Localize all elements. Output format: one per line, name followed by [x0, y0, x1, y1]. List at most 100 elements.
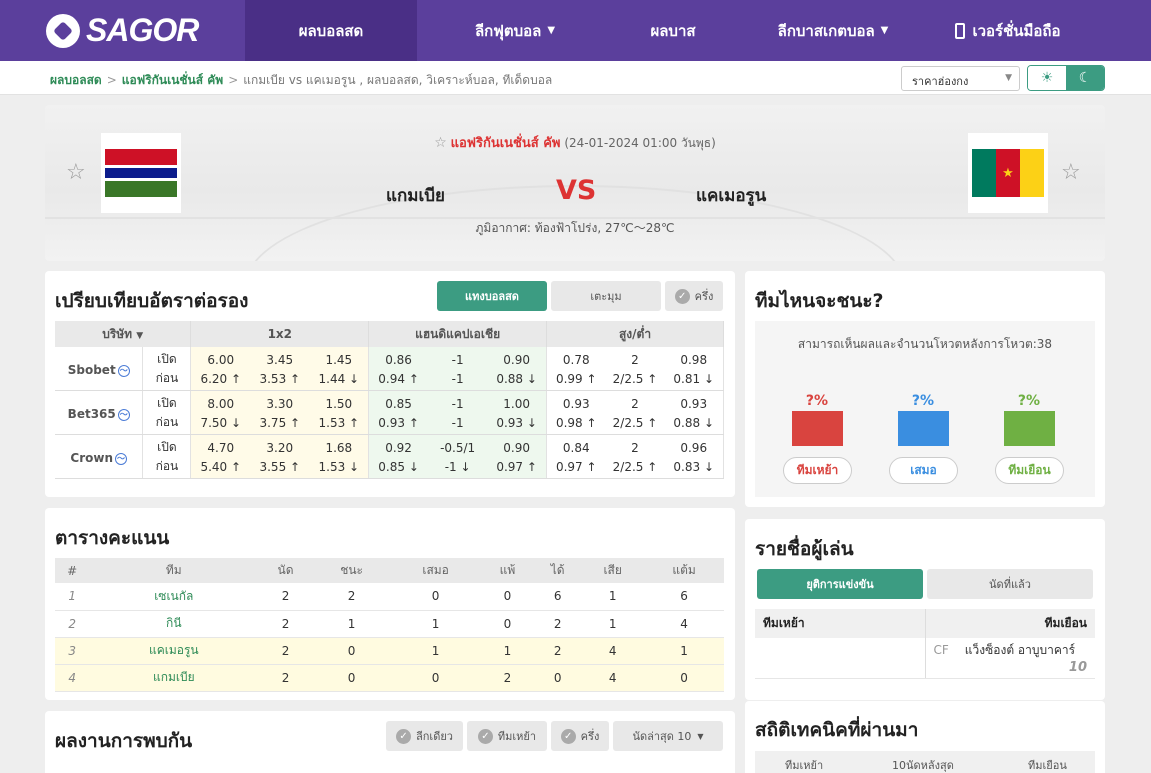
odds-row: ก่อน 6.20 ↑ 3.53 ↑ 1.44 ↓ 0.94 ↑ -1 0.88 ↓ 0.99…: [55, 369, 725, 391]
trend-chart-icon[interactable]: 〜: [117, 364, 130, 377]
nav-football-leagues[interactable]: ลีกฟุตบอล ▼: [417, 0, 613, 61]
vote-home-button[interactable]: ทีมเหย้า: [783, 457, 852, 484]
filter-home-team[interactable]: ✓ ทีมเหย้า: [467, 721, 547, 751]
tab-live-odds[interactable]: แทงบอลสด: [437, 281, 547, 311]
nav-label: ลีกบาสเกตบอล: [777, 21, 875, 40]
home-team-name[interactable]: แกมเบีย: [386, 182, 445, 209]
player-name: แว็งซ็องต์ อาบูบาคาร์: [964, 642, 1076, 657]
nav-label: ผลบอลสด: [298, 21, 364, 40]
standings-team-link[interactable]: เซเนกัล: [89, 583, 259, 611]
filter-same-league[interactable]: ✓ ลีกเดียว: [386, 721, 463, 751]
odds-value: 0.98 ↑: [546, 413, 606, 435]
match-league[interactable]: แอฟริกันเนชั่นส์ คัพ: [451, 136, 561, 151]
bookmaker-name[interactable]: Bet365 〜: [55, 390, 144, 435]
favorite-away-star-icon[interactable]: ☆: [1061, 160, 1081, 185]
odds-value: 0.98: [664, 347, 725, 369]
nav-live-scores[interactable]: ผลบอลสด: [245, 0, 417, 61]
odds-value: 0.84: [562, 440, 590, 455]
player-row: CF แว็งซ็องต์ อาบูบาคาร์ 10: [755, 638, 1095, 679]
trend-chart-icon[interactable]: 〜: [115, 452, 128, 465]
standings-team-link[interactable]: แคเมอรูน: [89, 637, 259, 665]
away-players-header: ทีมเยือน: [925, 609, 1095, 638]
standings-header: #: [55, 558, 90, 583]
vote-note: สามารถเห็นผลและจำนวนโหวตหลังการโหวต:38: [797, 337, 1053, 351]
standings-cell: 0: [312, 637, 391, 665]
tab-label: ครึ่ง: [694, 290, 714, 303]
sun-icon[interactable]: ☀: [1028, 66, 1066, 90]
breadcrumb: ผลบอลสด > แอฟริกันเนชั่นส์ คัพ > แกมเบีย vs …: [50, 71, 552, 90]
odds-value: 8.00: [190, 390, 251, 413]
odds-value: 0.90: [487, 347, 548, 369]
odds-row: ก่อน 7.50 ↓ 3.75 ↑ 1.53 ↑ 0.93 ↑ -1 0.93 ↓ 0.98…: [55, 413, 725, 435]
odds-value: 3.53 ↑: [250, 369, 310, 391]
check-icon: ✓: [674, 288, 690, 304]
odds-value: 0.92: [368, 434, 428, 457]
favorite-home-star-icon[interactable]: ☆: [66, 160, 86, 185]
odds-header-company[interactable]: บริษัท ▼: [55, 321, 192, 347]
favorite-league-star-icon[interactable]: ☆: [434, 135, 447, 151]
odds-value: 1.45: [309, 347, 370, 369]
standings-cell: 2: [480, 664, 535, 692]
standings-team-link[interactable]: แกมเบีย: [89, 664, 259, 692]
odds-format-select[interactable]: ราคาฮ่องกง ▼: [901, 66, 1020, 91]
standings-cell: 0: [312, 664, 391, 692]
odds-value: 1.00: [487, 390, 548, 413]
odds-value: 0.94 ↑: [368, 369, 428, 391]
standings-cell: 0: [390, 583, 481, 611]
standings-cell: 2: [258, 583, 313, 611]
bookmaker-name[interactable]: Crown 〜: [55, 434, 144, 479]
bookmaker-name[interactable]: Sbobet 〜: [55, 347, 144, 391]
odds-value: -1: [427, 413, 488, 435]
recent-matches-select[interactable]: นัดล่าสุด 10 ▼: [613, 721, 723, 751]
odds-value: 7.50 ↓: [190, 413, 251, 435]
tech-stats-title: สถิติเทคนิคที่ผ่านมา: [755, 719, 919, 741]
odds-phase-label: ก่อน: [142, 457, 192, 479]
players-title: รายชื่อผู้เล่น: [755, 538, 854, 560]
tab-label: แทงบอลสด: [465, 290, 519, 303]
odds-value: 0.97 ↑: [546, 457, 606, 479]
weather-info: ภูมิอากาศ: ท้องฟ้าโปร่ง, 27℃～28℃: [475, 221, 675, 235]
odds-value: 0.85 ↓: [368, 457, 428, 479]
match-header: ☆ ☆ แอฟริกันเนชั่นส์ คัพ (24-01-2024 01:…: [45, 105, 1105, 261]
standings-header: แพ้: [480, 558, 535, 583]
standings-cell: 0: [390, 664, 481, 692]
tech-header-away: ทีมเยือน: [1028, 759, 1067, 772]
tab-half[interactable]: ✓ ครึ่ง: [665, 281, 723, 311]
standings-header: นัด: [258, 558, 313, 583]
filter-label: ลีกเดียว: [416, 730, 453, 743]
caret-down-icon: ▼: [880, 25, 889, 36]
moon-icon[interactable]: ☾: [1066, 66, 1104, 90]
check-icon: ✓: [560, 728, 576, 744]
standings-team-link[interactable]: กินี: [89, 610, 259, 638]
tab-match-ended[interactable]: ยุติการแข่งขัน: [757, 569, 923, 599]
odds-value: 1.68: [309, 434, 370, 457]
prediction-title: ทีมไหนจะชนะ?: [755, 290, 884, 312]
standings-cell: 1: [480, 637, 535, 665]
odds-row: Sbobet 〜เปิด 6.00 3.45 1.45 0.86 -1 0.90 0.78 2 0.…: [55, 347, 725, 391]
away-win-percent: ?%: [1017, 393, 1041, 409]
away-team-name[interactable]: แคเมอรูน: [696, 182, 766, 209]
tab-corners[interactable]: เตะมุม: [551, 281, 661, 311]
tab-previous-match[interactable]: นัดที่แล้ว: [927, 569, 1093, 599]
nav-basketball-leagues[interactable]: ลีกบาสเกตบอล ▼: [733, 0, 933, 61]
odds-row: Bet365 〜เปิด 8.00 3.30 1.50 0.85 -1 1.00 0.93 2 0.…: [55, 390, 725, 435]
bookmaker-label: Sbobet: [67, 363, 116, 377]
vote-away-button[interactable]: ทีมเยือน: [995, 457, 1064, 484]
standings-cell: 2: [258, 664, 313, 692]
breadcrumb-home[interactable]: ผลบอลสด: [50, 73, 102, 87]
trend-chart-icon[interactable]: 〜: [117, 408, 130, 421]
standings-cell: 6: [644, 583, 724, 611]
theme-toggle[interactable]: ☀ ☾: [1027, 65, 1105, 91]
nav-basketball-results[interactable]: ผลบาส: [613, 0, 733, 61]
vote-draw-button[interactable]: เสมอ: [889, 457, 958, 484]
odds-value: 0.86: [368, 347, 428, 369]
filter-half[interactable]: ✓ ครึ่ง: [551, 721, 609, 751]
breadcrumb-league[interactable]: แอฟริกันเนชั่นส์ คัพ: [122, 73, 223, 87]
nav-mobile-version[interactable]: เวอร์ชั่นมือถือ: [933, 0, 1083, 61]
home-players-header: ทีมเหย้า: [755, 609, 926, 638]
player-position: CF: [933, 642, 949, 657]
odds-value: 2/2.5 ↑: [605, 457, 665, 479]
odds-value: 2/2.5 ↑: [605, 413, 665, 435]
site-logo[interactable]: SAGOR: [0, 0, 245, 61]
away-player-cell[interactable]: CF แว็งซ็องต์ อาบูบาคาร์ 10: [925, 638, 1095, 679]
